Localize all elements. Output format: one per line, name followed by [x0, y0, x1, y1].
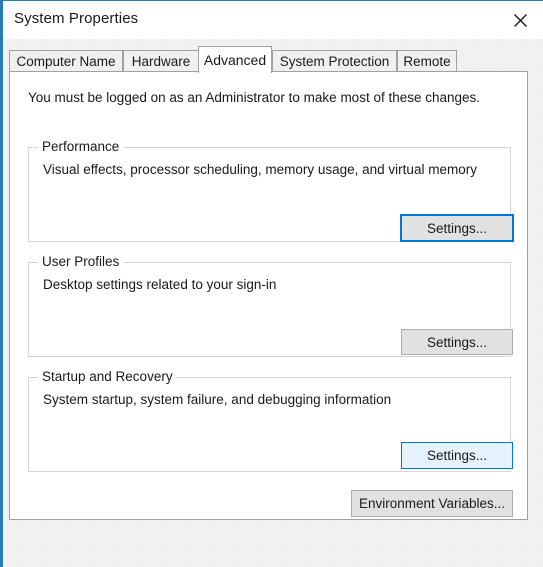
group-title-performance: Performance — [38, 139, 124, 154]
close-icon[interactable] — [497, 1, 543, 39]
administrator-note: You must be logged on as an Administrato… — [28, 90, 481, 105]
tab-label: System Protection — [279, 54, 390, 69]
dialog-body: Computer Name Hardware Advanced System Prot… — [3, 39, 543, 567]
tab-system-protection[interactable]: System Protection — [272, 50, 397, 72]
tab-label: Advanced — [203, 52, 267, 68]
environment-variables-button[interactable]: Environment Variables... — [351, 490, 513, 517]
tab-label: Remote — [403, 54, 451, 69]
group-description-performance: Visual effects, processor scheduling, me… — [43, 162, 477, 177]
settings-button-performance[interactable]: Settings... — [400, 214, 514, 242]
tab-strip: Computer Name Hardware Advanced System Prot… — [9, 46, 540, 73]
window-title: System Properties — [14, 10, 139, 27]
group-title-user-profiles: User Profiles — [38, 254, 124, 269]
tab-label: Hardware — [131, 54, 191, 69]
tab-advanced[interactable]: Advanced — [198, 46, 272, 73]
tab-hardware[interactable]: Hardware — [123, 50, 199, 72]
settings-button-startup-and-recovery[interactable]: Settings... — [401, 442, 513, 469]
tab-remote[interactable]: Remote — [397, 50, 457, 72]
tab-label: Computer Name — [16, 54, 116, 69]
group-description-startup-and-recovery: System startup, system failure, and debu… — [43, 392, 392, 407]
screenshot-root: System Properties Computer Name Hardware A… — [0, 0, 543, 567]
system-properties-window: System Properties Computer Name Hardware A… — [0, 0, 543, 567]
group-description-user-profiles: Desktop settings related to your sign-in — [43, 277, 277, 292]
settings-button-user-profiles[interactable]: Settings... — [401, 329, 513, 355]
tab-content-panel: You must be logged on as an Administrato… — [9, 71, 528, 520]
group-title-startup-and-recovery: Startup and Recovery — [38, 369, 177, 384]
tab-computer-name[interactable]: Computer Name — [9, 50, 123, 72]
window-titlebar: System Properties — [3, 1, 543, 39]
